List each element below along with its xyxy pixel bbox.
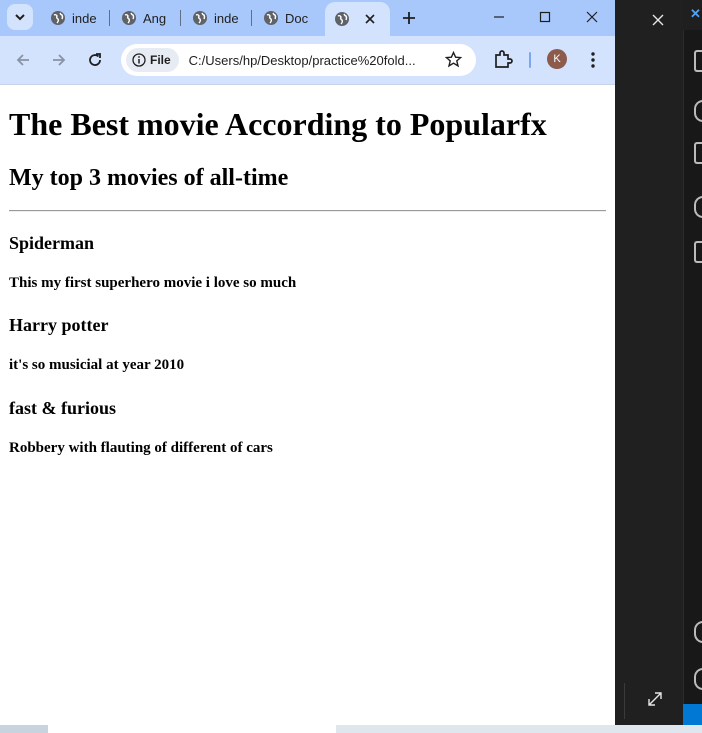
side-panel	[615, 0, 683, 725]
taskbar	[0, 725, 702, 733]
movie-description: it's so musicial at year 2010	[9, 357, 185, 373]
plus-icon	[403, 12, 415, 24]
site-info-chip[interactable]: File	[126, 48, 179, 72]
minimize-icon	[494, 16, 504, 18]
movie-description: Robbery with flauting of different of ca…	[9, 440, 273, 456]
forward-button[interactable]	[47, 48, 71, 72]
tab-label: inde	[214, 10, 239, 26]
profile-avatar[interactable]: K	[547, 49, 567, 69]
chevron-down-icon	[15, 14, 25, 21]
minimize-button[interactable]	[476, 0, 522, 34]
reload-button[interactable]	[83, 48, 107, 72]
tab-strip: inde Ang inde Doc	[0, 0, 615, 36]
bookmark-button[interactable]	[444, 50, 463, 73]
more-vert-icon	[591, 52, 595, 68]
taskbar-left	[0, 725, 48, 733]
status-bar	[683, 704, 702, 725]
maximize-button[interactable]	[522, 0, 568, 34]
page-title: The Best movie According to Popularfx	[9, 106, 547, 142]
arrow-right-icon	[53, 54, 66, 66]
tab-4[interactable]: Doc	[263, 4, 311, 32]
tab-2[interactable]: Ang	[121, 4, 167, 32]
expand-button[interactable]	[646, 690, 666, 710]
tab-separator	[180, 10, 181, 26]
page-subtitle: My top 3 movies of all-time	[9, 165, 289, 191]
tab-label: Ang	[143, 10, 167, 26]
movie-description: This my first superhero movie i love so …	[9, 275, 297, 291]
tab-3[interactable]: inde	[192, 4, 248, 32]
movie-title: Spiderman	[9, 233, 95, 253]
extensions-icon[interactable]	[694, 241, 702, 263]
close-icon	[586, 11, 598, 23]
debug-icon[interactable]	[694, 196, 702, 218]
movie-title: fast & furious	[9, 398, 116, 418]
extensions-button[interactable]	[492, 48, 514, 75]
reload-icon	[89, 53, 101, 66]
search-icon[interactable]	[694, 100, 702, 122]
address-bar[interactable]: File C:/Users/hp/Desktop/practice%20fold…	[121, 44, 476, 76]
globe-icon	[264, 11, 278, 25]
globe-icon	[51, 11, 65, 25]
taskbar-search[interactable]	[48, 725, 336, 733]
star-icon	[444, 50, 463, 68]
browser-window: inde Ang inde Doc File C:/Users/hp/Deskt…	[0, 0, 615, 725]
page-content: The Best movie According to Popularfx My…	[0, 85, 615, 725]
globe-icon	[193, 11, 207, 25]
movie-title: Harry potter	[9, 315, 109, 335]
editor-logo-icon: ✕	[690, 6, 701, 21]
settings-icon[interactable]	[694, 668, 702, 690]
info-icon	[132, 53, 146, 67]
tab-active[interactable]	[325, 2, 390, 36]
divider	[9, 210, 606, 212]
close-icon	[365, 14, 375, 24]
panel-close-button[interactable]	[650, 12, 666, 28]
tab-search-button[interactable]	[7, 4, 33, 30]
close-window-button[interactable]	[569, 0, 615, 34]
arrow-left-icon	[16, 54, 29, 66]
tab-1[interactable]: inde	[50, 4, 106, 32]
tab-label: Doc	[285, 10, 309, 26]
explorer-icon[interactable]	[694, 50, 702, 72]
url-text[interactable]: C:/Users/hp/Desktop/practice%20fold...	[189, 53, 435, 68]
close-icon	[652, 14, 664, 26]
browser-toolbar: File C:/Users/hp/Desktop/practice%20fold…	[0, 36, 615, 85]
puzzle-icon	[495, 50, 513, 68]
menu-button[interactable]	[583, 48, 603, 72]
expand-icon	[648, 692, 662, 706]
toolbar-divider	[529, 52, 531, 68]
maximize-icon	[539, 11, 551, 23]
new-tab-button[interactable]	[397, 6, 421, 30]
source-control-icon[interactable]	[694, 142, 702, 164]
account-icon[interactable]	[694, 621, 702, 643]
site-info-label: File	[150, 53, 171, 67]
panel-divider	[624, 683, 625, 719]
globe-icon	[122, 11, 136, 25]
tab-separator	[251, 10, 252, 26]
globe-icon	[335, 12, 349, 26]
tab-separator	[109, 10, 110, 26]
tab-label: inde	[72, 10, 97, 26]
close-tab-button[interactable]	[360, 9, 380, 29]
back-button[interactable]	[11, 48, 35, 72]
